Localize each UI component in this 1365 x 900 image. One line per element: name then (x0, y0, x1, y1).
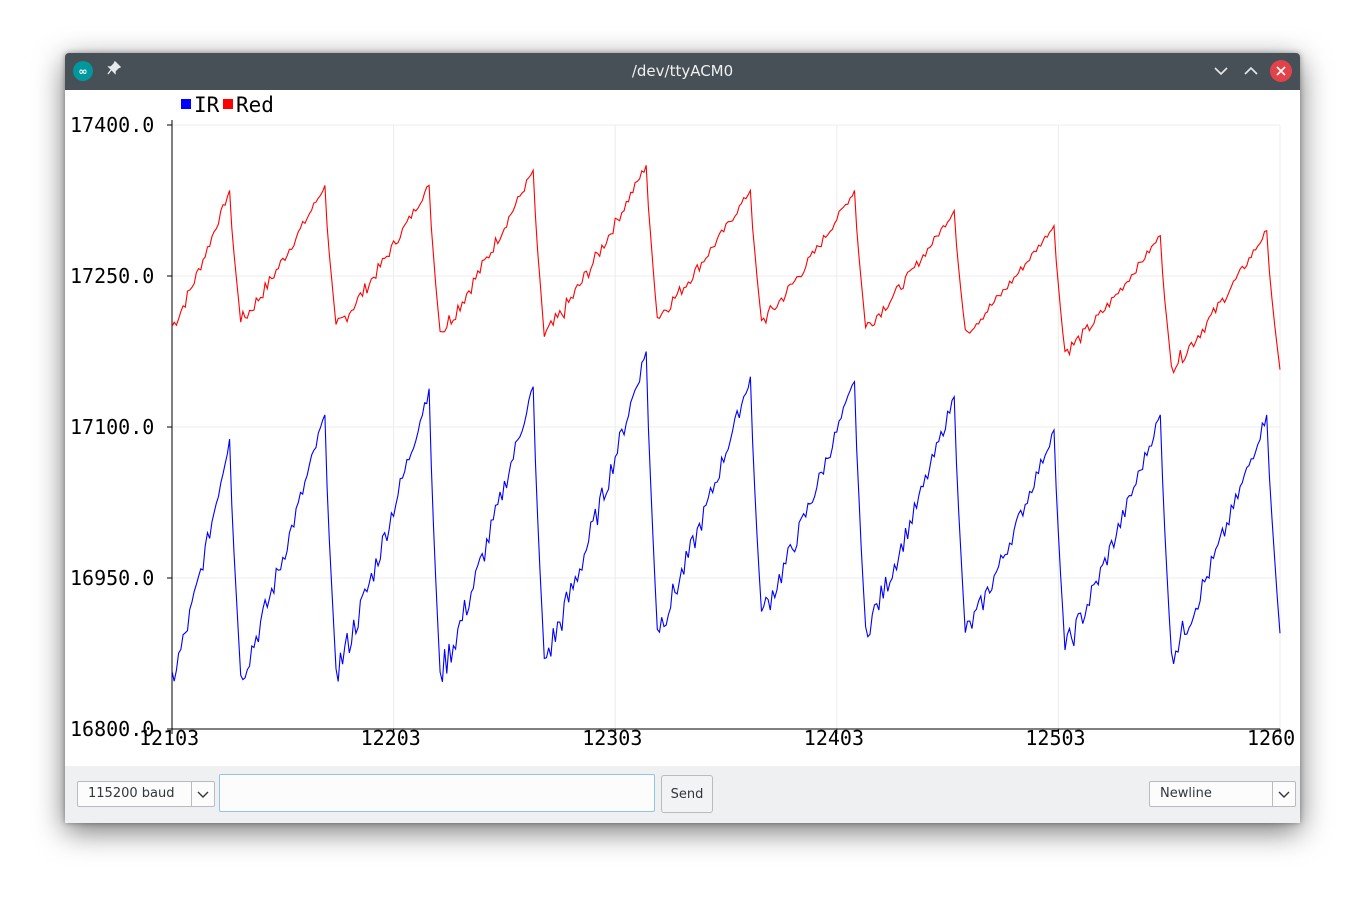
close-icon[interactable] (1270, 60, 1292, 82)
y-tick-label: 17400.0 (70, 113, 154, 137)
line-ending-label: Newline (1160, 786, 1212, 801)
legend-label-red: Red (236, 93, 274, 117)
chevron-down-icon[interactable] (1272, 782, 1295, 806)
chevron-down-icon[interactable] (191, 782, 214, 806)
series-line-red (171, 165, 1281, 375)
baud-rate-label: 115200 baud (88, 786, 175, 801)
legend-swatch-ir (181, 99, 191, 109)
x-tick-label: 1260 (1247, 726, 1295, 750)
legend-swatch-red (223, 99, 233, 109)
send-input[interactable] (219, 774, 655, 812)
series-line-ir (171, 351, 1281, 682)
plot-area: IR Red 17400.0 17250.0 17100.0 16950.0 16800… (65, 90, 1300, 766)
window-title: /dev/ttyACM0 (631, 62, 734, 80)
axes: 17400.017250.017100.016950.016800.012103… (70, 113, 1295, 750)
plot-svg: IR Red 17400.017250.017100.016950.016800… (70, 93, 1295, 750)
x-tick-label: 12103 (139, 726, 199, 750)
legend: IR Red (181, 93, 274, 117)
chevron-up-icon[interactable] (1240, 60, 1262, 82)
y-tick-label: 17100.0 (70, 415, 154, 439)
gridlines (172, 124, 1281, 730)
y-tick-label: 17250.0 (70, 264, 154, 288)
baud-rate-select[interactable]: 115200 baud (77, 781, 215, 807)
line-ending-select[interactable]: Newline (1149, 781, 1296, 807)
title-bar[interactable]: ∞ /dev/ttyACM0 (65, 53, 1300, 90)
x-tick-label: 12403 (804, 726, 864, 750)
send-button[interactable]: Send (661, 775, 713, 813)
x-tick-label: 12203 (361, 726, 421, 750)
chevron-down-icon[interactable] (1210, 60, 1232, 82)
y-tick-label: 16950.0 (70, 566, 154, 590)
series-group (171, 165, 1281, 682)
serial-plotter-window: ∞ /dev/ttyACM0 IR Red 17400.0 17250.0 171 (65, 53, 1300, 823)
bottom-toolbar: 115200 baud Send Newline (65, 766, 1300, 823)
x-tick-label: 12303 (582, 726, 642, 750)
x-tick-label: 12503 (1025, 726, 1085, 750)
legend-label-ir: IR (194, 93, 220, 117)
